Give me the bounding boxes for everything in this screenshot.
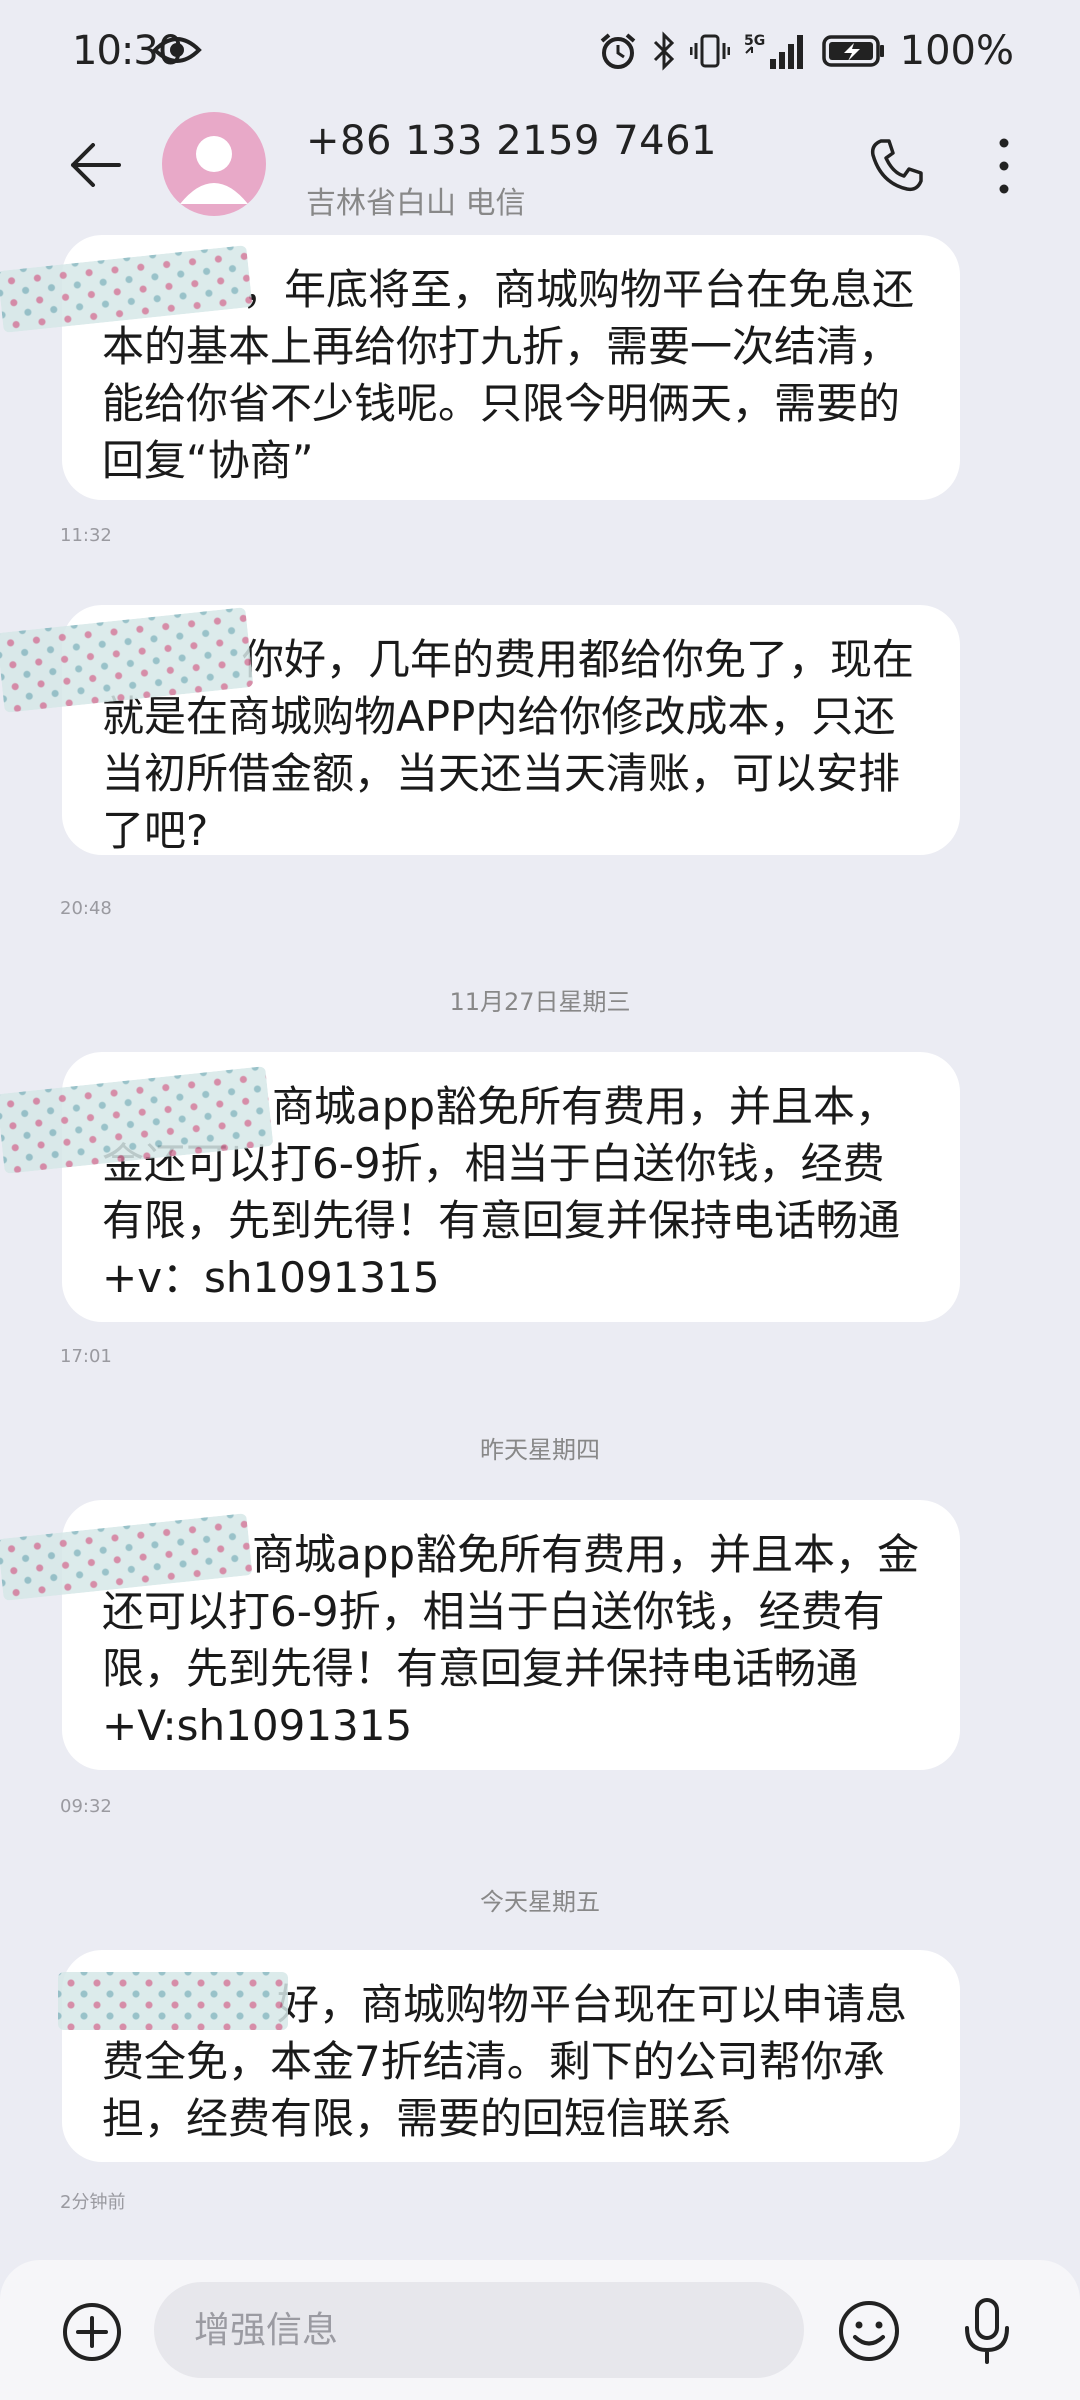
add-attachment-icon[interactable] <box>60 2300 124 2364</box>
phone-icon <box>870 139 923 192</box>
more-options-button[interactable] <box>974 128 1034 204</box>
redacted-name <box>58 1972 288 2030</box>
conversation-header: +86 133 2159 7461 吉林省白山 电信 <box>0 100 1080 230</box>
status-bar: 10:30 5G 100% <box>0 0 1080 100</box>
date-separator: 昨天星期四 <box>480 1436 600 1464</box>
contact-number: +86 133 2159 7461 <box>306 118 717 164</box>
vibrate-icon <box>689 34 730 68</box>
message-thread[interactable]: ，年底将至，商城购物平台在免息还本的基本上再给你打九折，需要一次结清，能给你省不… <box>0 230 1080 2230</box>
date-separator: 11月27日星期三 <box>449 988 631 1016</box>
bluetooth-icon <box>653 31 674 71</box>
call-button[interactable] <box>858 128 934 204</box>
signal-5g-icon: 5G <box>744 33 803 69</box>
composer-bar <box>0 2260 1080 2400</box>
alarm-icon <box>600 33 635 69</box>
message-input[interactable] <box>154 2282 804 2378</box>
message-time: 20:48 <box>60 898 112 919</box>
message-time: 2分钟前 <box>60 2192 126 2213</box>
network-label: 5G <box>744 33 765 49</box>
date-separator: 今天星期五 <box>480 1888 600 1916</box>
message-time: 09:32 <box>60 1796 112 1817</box>
contact-location: 吉林省白山 电信 <box>306 186 526 221</box>
emoji-icon[interactable] <box>836 2298 902 2364</box>
message-time: 11:32 <box>60 525 112 546</box>
avatar[interactable] <box>162 112 266 216</box>
message-time: 17:01 <box>60 1346 112 1367</box>
eye-icon <box>152 37 202 63</box>
battery-icon <box>821 35 884 67</box>
back-button[interactable] <box>60 130 130 200</box>
battery-percent: 100% <box>899 28 1014 74</box>
status-icons: 5G 100% <box>598 28 1014 74</box>
more-vert-icon <box>999 138 1009 194</box>
microphone-icon[interactable] <box>962 2296 1012 2366</box>
back-arrow-icon <box>71 143 121 187</box>
person-icon <box>180 136 248 204</box>
